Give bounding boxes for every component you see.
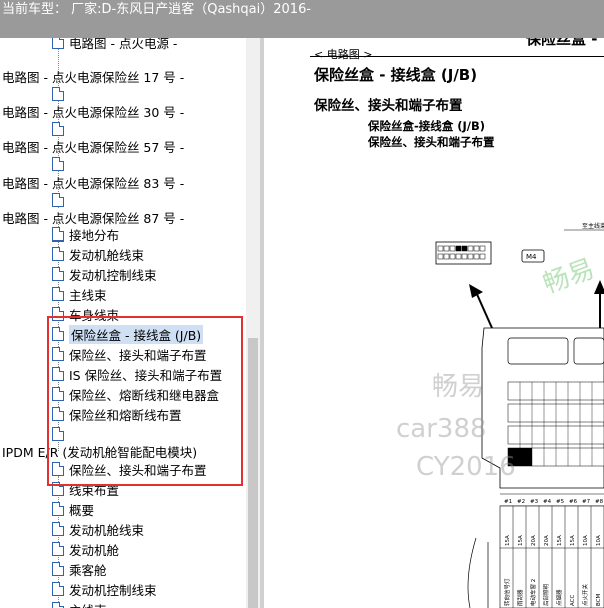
fuse-label: 点烟器 (555, 589, 563, 606)
document-icon (52, 522, 64, 536)
doc-sub-item: 保险丝盒-接线盒 (J/B) (368, 119, 486, 133)
fuse-label: ACC (570, 594, 576, 606)
section-tag: < 电路图 > (314, 48, 373, 61)
tree-item-passenger-room[interactable]: 乘客舱 (52, 559, 107, 579)
diagram-label: 至主线束 (582, 222, 604, 230)
document-icon (52, 542, 64, 556)
tree-item-fuse-30[interactable]: 电路图 - 点火电源保险丝 30 号 - (2, 101, 184, 121)
tree-item-overview[interactable]: 概要 (52, 499, 94, 519)
fuse-number: #6 (569, 499, 578, 505)
tree-item-main-harness-2[interactable]: 主线束 (52, 599, 107, 608)
fuse-label: 点火开关 (581, 583, 589, 606)
document-icon (52, 582, 64, 596)
tree-item-ground[interactable]: 接地分布 (52, 224, 119, 244)
fuse-amp: 20A (544, 535, 550, 546)
fuse-number: #8 (595, 499, 604, 505)
fuse-amp: 15A (518, 535, 524, 546)
highlight-box (47, 316, 243, 486)
tree-item-fuse-57[interactable]: 电路图 - 点火电源保险丝 57 号 - (2, 136, 184, 156)
fuse-amp: 10A (583, 535, 589, 546)
tree-item-engine-room-harness[interactable]: 发动机舱线束 (52, 519, 144, 539)
document-icon (52, 602, 64, 608)
fuse-amp: 20A (531, 535, 537, 546)
doc-sub-item: 保险丝、接头和端子布置 (368, 135, 495, 149)
window-title: 当前车型： 厂家:D-东风日产逍客（Qashqai）2016- (2, 2, 312, 17)
watermark: car388 (396, 414, 487, 444)
connector-id: M4 (526, 253, 537, 261)
tree-item-fuse-17[interactable]: 电路图 - 点火电源保险丝 17 号 - (2, 66, 184, 86)
watermark: 畅易 (432, 372, 485, 402)
window-titlebar: 当前车型： 厂家:D-东风日产逍客（Qashqai）2016- (0, 0, 604, 38)
tree-item-engine-harness[interactable]: 发动机舱线束 (52, 244, 144, 264)
document-icon (52, 193, 64, 207)
fuse-number: #5 (556, 499, 565, 505)
tree-item-engine-room[interactable]: 发动机舱 (52, 539, 119, 559)
document-icon (52, 562, 64, 576)
corner-header: 保险丝盒 - (526, 38, 598, 48)
document-icon (52, 87, 64, 101)
tree-item-fuse-83[interactable]: 电路图 - 点火电源保险丝 83 号 - (2, 172, 184, 192)
fuse-label: BCM (596, 593, 602, 606)
fuse-amp: 15A (570, 535, 576, 546)
fuse-number: #2 (517, 499, 525, 505)
fuse-amp: 15A (505, 535, 511, 546)
document-icon (52, 267, 64, 281)
watermark: CY2016 (416, 452, 516, 482)
tree-leaf[interactable] (52, 154, 69, 174)
fuse-label: 后部照明 (542, 583, 550, 606)
tree-item-engine-control-harness[interactable]: 发动机控制线束 (52, 264, 157, 284)
doc-subheading: 保险丝、接头和端子布置 (314, 98, 463, 114)
fuse-number: #4 (543, 499, 552, 505)
fuse-number: #1 (504, 499, 512, 505)
tree-item[interactable]: 电路图 - 点火电源 - (52, 38, 177, 52)
scrollbar-thumb[interactable] (248, 338, 258, 608)
doc-heading: 保险丝盒 - 接线盒 (J/B) (314, 66, 478, 84)
fuse-label: 转向信号灯 (503, 578, 511, 606)
document-icon (52, 122, 64, 136)
document-viewer[interactable]: 保险丝盒 - < 电路图 > 保险丝盒 - 接线盒 (J/B) 保险丝、接头和端… (264, 38, 604, 608)
tree-item-engine-control[interactable]: 发动机控制线束 (52, 579, 157, 599)
document-icon (52, 38, 64, 49)
fuse-label: 电动车窗 2 (529, 579, 537, 606)
tree-item-main-harness[interactable]: 主线束 (52, 284, 107, 304)
tree-scrollbar[interactable] (246, 38, 260, 608)
fuse-label: 雨刮器 (516, 589, 524, 606)
fuse-number: #3 (530, 499, 539, 505)
document-icon (52, 247, 64, 261)
document-icon (52, 227, 64, 241)
document-icon (52, 157, 64, 171)
document-icon (52, 287, 64, 301)
fuse-number: #7 (582, 499, 591, 505)
document-icon (52, 502, 64, 516)
fuse-amp: 15A (557, 535, 563, 546)
fuse-amp: 10A (596, 535, 602, 546)
